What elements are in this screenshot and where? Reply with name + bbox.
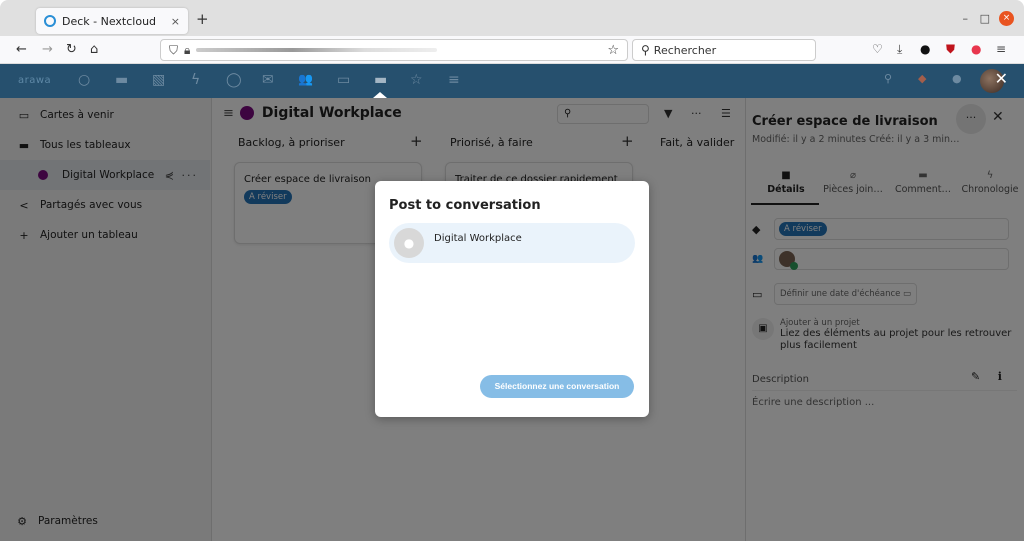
favorites-app-icon[interactable]: ☆ — [410, 72, 423, 88]
maximize-button[interactable]: □ — [980, 12, 990, 25]
files-app-icon[interactable]: ▬ — [115, 72, 128, 88]
tab-close-icon[interactable]: × — [171, 15, 180, 28]
search-icon: ⚲ — [641, 43, 650, 57]
url-text-blurred — [196, 48, 438, 52]
dashboard-app-icon[interactable]: ○ — [78, 72, 90, 88]
nextcloud-favicon-icon — [44, 15, 56, 27]
minimize-button[interactable]: – — [963, 12, 969, 25]
browser-navbar: ← → ↻ ⌂ ⛉ 🔒︎ ☆ ⚲ Rechercher ♡ ⤓ ● ⛊ ● ≡ — [0, 36, 1024, 64]
post-to-conversation-dialog: Post to conversation ● Digital Workplace… — [375, 181, 649, 417]
conversation-item[interactable]: ● Digital Workplace — [389, 223, 635, 263]
talk-app-icon[interactable]: ◯ — [226, 72, 242, 88]
deck-app-icon[interactable]: ▬ — [374, 72, 387, 88]
close-overlay-icon[interactable]: ✕ — [995, 69, 1008, 88]
conversation-name: Digital Workplace — [434, 232, 522, 244]
logo[interactable]: arawa — [18, 75, 51, 86]
search-placeholder: Rechercher — [653, 43, 717, 57]
back-button[interactable]: ← — [16, 42, 27, 57]
url-bar[interactable]: ⛉ 🔒︎ ☆ — [160, 39, 628, 61]
bookmark-star-icon[interactable]: ☆ — [607, 43, 619, 58]
notifications-icon[interactable]: ◆ — [918, 72, 926, 85]
activity-app-icon[interactable]: ϟ — [191, 72, 200, 88]
select-conversation-button[interactable]: Sélectionnez une conversation — [480, 375, 634, 398]
browser-tabbar: Deck - Nextcloud × + – □ × — [0, 0, 1024, 36]
tab-title: Deck - Nextcloud — [62, 14, 157, 28]
unified-search-icon[interactable]: ⚲ — [884, 72, 892, 85]
new-tab-button[interactable]: + — [196, 10, 209, 28]
adblock-icon[interactable]: ● — [971, 42, 981, 56]
contacts-menu-icon[interactable]: ● — [952, 72, 962, 85]
forward-button[interactable]: → — [42, 42, 53, 57]
notes-app-icon[interactable]: ≡ — [448, 72, 460, 88]
reload-button[interactable]: ↻ — [66, 42, 77, 57]
nextcloud-header: arawa ○ ▬ ▧ ϟ ◯ ✉ 👥 ▭ ▬ ☆ ≡ ⚲ ◆ ● ✕ — [0, 64, 1024, 98]
download-icon[interactable]: ⤓ — [897, 42, 902, 57]
browser-search-input[interactable]: ⚲ Rechercher — [632, 39, 816, 61]
window-close-button[interactable]: × — [999, 11, 1014, 26]
home-button[interactable]: ⌂ — [90, 42, 98, 57]
dialog-title: Post to conversation — [389, 198, 541, 213]
lock-icon[interactable]: 🔒︎ — [184, 43, 190, 58]
tracking-shield-icon[interactable]: ⛉ — [169, 43, 178, 58]
group-avatar-icon: ● — [394, 228, 424, 258]
browser-tab[interactable]: Deck - Nextcloud × — [36, 8, 188, 34]
browser-menu-icon[interactable]: ≡ — [996, 42, 1006, 56]
contacts-app-icon[interactable]: 👥 — [298, 72, 313, 86]
photos-app-icon[interactable]: ▧ — [152, 72, 165, 88]
pocket-icon[interactable]: ♡ — [872, 42, 883, 56]
ublock-icon[interactable]: ⛊ — [946, 42, 955, 57]
calendar-app-icon[interactable]: ▭ — [337, 72, 350, 88]
extension-icon[interactable]: ● — [920, 42, 930, 56]
mail-app-icon[interactable]: ✉ — [262, 72, 274, 88]
